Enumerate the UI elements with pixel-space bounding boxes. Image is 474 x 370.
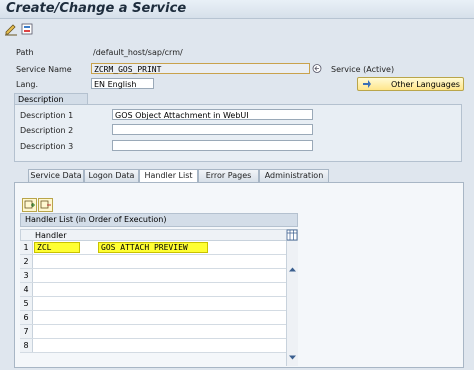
table-row[interactable]: 6: [20, 311, 286, 325]
table-row[interactable]: 4: [20, 283, 286, 297]
table-row[interactable]: 7: [20, 325, 286, 339]
tab-logon-data[interactable]: Logon Data: [84, 169, 139, 183]
column-config-icon[interactable]: [286, 229, 298, 241]
tab-error-pages[interactable]: Error Pages: [198, 169, 259, 183]
service-status-text: Service (Active): [331, 65, 395, 74]
row-number: 4: [20, 283, 33, 296]
row-number: 6: [20, 311, 33, 324]
row-number: 8: [20, 339, 33, 352]
tab-administration[interactable]: Administration: [259, 169, 329, 183]
path-label: Path: [16, 48, 34, 57]
description-1-label: Description 1: [20, 111, 74, 120]
table-row[interactable]: 5: [20, 297, 286, 311]
page-title: Create/Change a Service: [6, 1, 187, 16]
service-status-icon[interactable]: [312, 63, 322, 74]
row-number: 5: [20, 297, 33, 310]
settings-icon[interactable]: [20, 22, 34, 36]
tab-service-data[interactable]: Service Data: [28, 169, 84, 183]
handler-column-header: Handler: [35, 231, 67, 240]
description-1-field[interactable]: GOS Object Attachment in WebUI: [112, 109, 313, 120]
service-name-label: Service Name: [16, 65, 72, 74]
path-value: /default_host/sap/crm/: [93, 48, 183, 57]
scroll-up-icon[interactable]: [288, 265, 297, 274]
table-row[interactable]: 1 ZCL GOS ATTACH PREVIEW: [20, 241, 286, 255]
insert-row-icon[interactable]: [22, 198, 37, 212]
display-change-icon[interactable]: [4, 22, 18, 36]
table-row[interactable]: 8: [20, 339, 286, 353]
row-number: 7: [20, 325, 33, 338]
handler-name-part-1[interactable]: ZCL: [34, 242, 80, 253]
description-3-label: Description 3: [20, 142, 74, 151]
other-languages-label: Other Languages: [391, 80, 460, 89]
description-header: Description: [14, 93, 88, 104]
tab-handler-list[interactable]: Handler List: [139, 169, 198, 183]
description-3-field[interactable]: [112, 140, 313, 151]
table-row[interactable]: 3: [20, 269, 286, 283]
arrow-right-icon: [362, 78, 372, 94]
other-languages-button[interactable]: Other Languages: [357, 77, 464, 91]
scroll-down-icon[interactable]: [288, 353, 297, 362]
row-number: 2: [20, 255, 33, 268]
description-2-field[interactable]: [112, 124, 313, 135]
handler-name-part-2[interactable]: GOS ATTACH PREVIEW: [98, 242, 208, 253]
handler-list-title: Handler List (in Order of Execution): [20, 213, 298, 227]
vertical-scrollbar[interactable]: [286, 241, 298, 366]
description-2-label: Description 2: [20, 126, 74, 135]
toolbar: [0, 19, 474, 39]
row-number: 3: [20, 269, 33, 282]
lang-label: Lang.: [16, 80, 39, 89]
table-row[interactable]: 2: [20, 255, 286, 269]
service-name-field[interactable]: ZCRM_GOS_PRINT: [91, 63, 310, 74]
handler-column-header-row: Handler: [20, 229, 298, 241]
delete-row-icon[interactable]: [38, 198, 53, 212]
row-number: 1: [20, 241, 33, 254]
lang-select[interactable]: EN English: [91, 78, 154, 89]
